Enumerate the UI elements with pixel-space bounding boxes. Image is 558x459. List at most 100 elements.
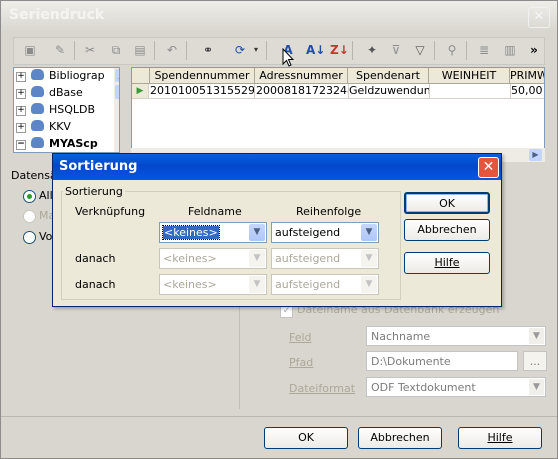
grid-cell[interactable]: 200081817232484€ [255, 84, 349, 99]
dialog-ok-button[interactable]: OK [404, 192, 490, 214]
toolbar-overflow-icon[interactable]: » [526, 42, 542, 58]
chevron-down-icon[interactable]: ▼ [249, 250, 265, 267]
field-select[interactable]: Nachname ▼ [366, 326, 546, 346]
chevron-down-icon[interactable]: ▼ [361, 276, 377, 293]
database-icon [31, 69, 44, 80]
collapse-icon[interactable]: − [16, 140, 26, 150]
undo-icon[interactable]: ↶ [164, 42, 180, 58]
expand-icon[interactable]: + [16, 106, 26, 116]
field-column-header: Feldname [188, 205, 242, 218]
radio-all[interactable] [23, 190, 36, 203]
link-label-3: danach [75, 278, 116, 291]
grid-cell[interactable] [429, 84, 511, 99]
toolbar-separator [154, 41, 155, 60]
chevron-down-icon[interactable]: ▼ [361, 224, 377, 241]
copy-icon[interactable]: ⧉ [108, 42, 124, 58]
tree-item[interactable]: + HSQLDB [16, 103, 95, 119]
sort-order-select-2[interactable]: aufsteigend ▼ [271, 248, 379, 269]
tree-item-label: dBase [49, 86, 83, 99]
tree-item[interactable]: + KKV [16, 120, 71, 136]
format-select[interactable]: ODF Textdokument ▼ [366, 377, 546, 397]
sort-field-select-3[interactable]: <keines> ▼ [159, 274, 267, 295]
data-to-text-icon[interactable]: ≣ [476, 42, 492, 58]
remove-filter-icon[interactable]: ⚲ [444, 42, 460, 58]
column-header[interactable]: Spendenart [348, 68, 429, 84]
toolbar-separator [466, 41, 467, 60]
database-icon [31, 86, 44, 97]
sort-order-select-3[interactable]: aufsteigend ▼ [271, 274, 379, 295]
expand-icon[interactable]: + [16, 89, 26, 99]
current-row-icon: ▶ [132, 84, 149, 99]
chevron-down-icon[interactable]: ▼ [529, 328, 544, 344]
chevron-down-icon[interactable]: ▼ [249, 224, 265, 241]
grid-cell[interactable]: 50,00 € [510, 84, 544, 99]
sort-ascending-icon[interactable]: A↓ [306, 42, 325, 58]
toolbar-separator [352, 41, 353, 60]
tree-item-label: HSQLDB [49, 103, 96, 116]
tree-item[interactable]: + Bibliograp [16, 69, 105, 85]
mouse-cursor-icon [282, 48, 294, 67]
ok-button[interactable]: OK [264, 427, 348, 449]
toolbar-separator [74, 41, 75, 60]
column-header[interactable]: WEINHEIT [429, 68, 510, 84]
scroll-right-icon[interactable]: ▶ [529, 149, 542, 161]
sort-descending-icon[interactable]: Z↓ [330, 42, 349, 58]
datasource-tree: + Bibliograp + dBase + HSQLDB + KKV − MYAScp … [13, 67, 120, 153]
dialog-cancel-button[interactable]: Abbrechen [404, 219, 490, 241]
radio-from[interactable] [23, 231, 36, 244]
database-icon [31, 103, 44, 114]
filter-icon[interactable]: ▽ [412, 42, 428, 58]
data-grid: Spendennummer Adressnummer Spendenart WE… [131, 67, 545, 153]
dialog-close-icon[interactable]: ✕ [478, 157, 499, 178]
data-to-fields-icon[interactable]: ▥ [502, 42, 518, 58]
datasource-label: Datensä [11, 169, 57, 182]
column-header[interactable]: Adressnummer [255, 68, 348, 84]
expand-icon[interactable]: + [16, 72, 26, 82]
toolbar-separator [434, 41, 435, 60]
browse-button[interactable]: ... [523, 351, 547, 371]
scroll-up-icon[interactable]: ▲ [115, 69, 119, 82]
column-header[interactable]: PRIMW [510, 68, 544, 84]
path-label: Pfad [289, 356, 314, 369]
field-select-value: Nachname [371, 330, 431, 343]
paste-icon[interactable]: ▤ [132, 42, 148, 58]
tree-item[interactable]: + dBase [16, 86, 83, 102]
refresh-dropdown-icon[interactable]: ▾ [248, 42, 264, 58]
sort-order-value-1: aufsteigend [275, 226, 341, 239]
chevron-down-icon[interactable]: ▼ [529, 379, 544, 395]
chevron-down-icon[interactable]: ▼ [249, 276, 265, 293]
expand-icon[interactable]: + [16, 123, 26, 133]
radio-marked[interactable] [23, 210, 36, 223]
group-label: Sortierung [63, 185, 125, 198]
grid-cell[interactable]: 2010100513155290€ [149, 84, 255, 99]
dialog-help-button[interactable]: Hilfe [404, 252, 490, 274]
sort-order-value-2: aufsteigend [275, 252, 341, 265]
save-icon[interactable]: ▣ [22, 42, 38, 58]
database-icon [31, 137, 44, 148]
tree-item-label: KKV [49, 120, 71, 133]
edit-icon[interactable]: ✎ [52, 42, 68, 58]
sort-order-select-1[interactable]: aufsteigend ▼ [271, 222, 379, 243]
tree-item[interactable]: − MYAScp [16, 137, 98, 152]
path-input[interactable]: D:\Dokumente [366, 351, 518, 371]
cancel-button[interactable]: Abbrechen [358, 427, 442, 449]
grid-cell[interactable]: Geldzuwendung [348, 84, 430, 99]
window-close-icon[interactable]: ✕ [528, 7, 550, 28]
sort-dialog: Sortierung ✕ Sortierung Verknüpfung Feld… [52, 153, 502, 307]
chevron-down-icon[interactable]: ▼ [361, 250, 377, 267]
refresh-icon[interactable]: ⟳ [232, 42, 248, 58]
sort-field-select-1[interactable]: <keines> ▼ [159, 222, 267, 243]
help-button[interactable]: Hilfe [458, 427, 542, 449]
standard-filter-icon[interactable]: ⊽ [388, 42, 404, 58]
sort-field-select-2[interactable]: <keines> ▼ [159, 248, 267, 269]
sort-order-value-3: aufsteigend [275, 278, 341, 291]
cut-icon[interactable]: ✂ [82, 42, 98, 58]
binoculars-icon[interactable]: ⚭ [200, 42, 216, 58]
tree-item-label: MYAScp [49, 137, 98, 150]
autofilter-icon[interactable]: ✦ [364, 42, 380, 58]
scroll-thumb[interactable] [115, 85, 119, 99]
column-header[interactable]: Spendennummer [150, 68, 255, 84]
tree-scrollbar[interactable]: ▲ [114, 68, 119, 152]
window-titlebar: Seriendruck ✕ [1, 1, 557, 31]
link-column-header: Verknüpfung [75, 205, 146, 218]
